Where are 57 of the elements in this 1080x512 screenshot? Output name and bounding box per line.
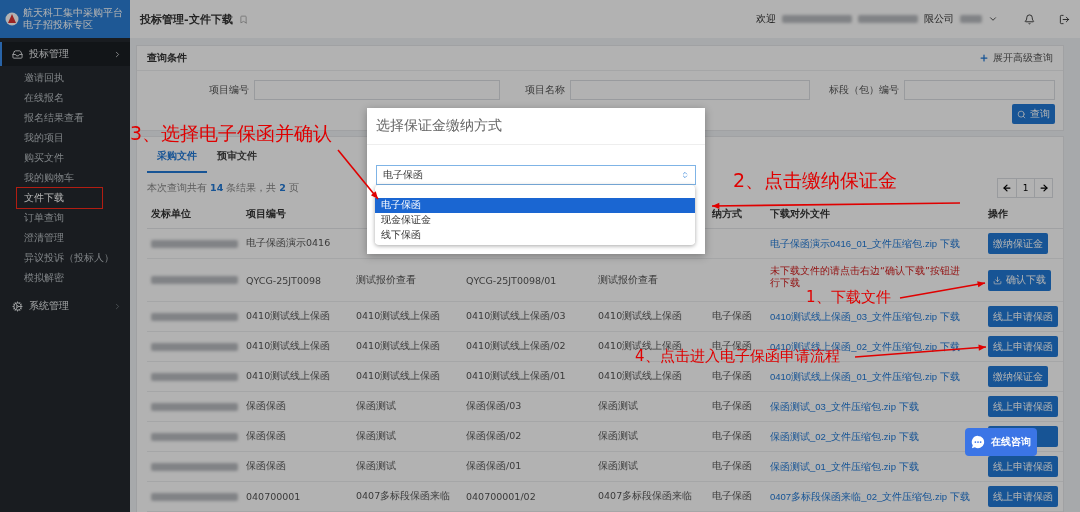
greeting-text: 欢迎 xyxy=(756,12,776,26)
field-label: 标段（包）编号 xyxy=(828,83,899,97)
table-cell: 保函保函/01 xyxy=(462,452,594,482)
table-cell: 测试报价查看 xyxy=(594,259,708,302)
column-header: 发标单位 xyxy=(147,201,242,229)
table-cell: 保函保函 xyxy=(242,452,352,482)
column-header: 操作 xyxy=(984,201,1063,229)
table-cell: 保函保函 xyxy=(242,392,352,422)
field-label: 项目名称 xyxy=(524,83,565,97)
table-cell: 0410测试线上保函/02 xyxy=(462,332,594,362)
table-cell: 保函保函/03 xyxy=(462,392,594,422)
table-cell: 保函测试 xyxy=(352,392,462,422)
download-note: 未下载文件的请点击右边“确认下载”按钮进行下载 xyxy=(770,265,961,289)
table-cell: QYCG-25JT0098 xyxy=(242,259,352,302)
table-cell: 0410测试线上保函/01 xyxy=(462,362,594,392)
table-cell: 电子保函 xyxy=(708,302,766,332)
table-cell: 0410测试线上保函 xyxy=(594,362,708,392)
table-cell: 0410测试线上保函 xyxy=(352,362,462,392)
table-cell: QYCG-25JT0098/01 xyxy=(462,259,594,302)
table-cell: 保函保函/02 xyxy=(462,422,594,452)
table-cell: 0410测试线上保函/03 xyxy=(462,302,594,332)
table-cell: 保函保函 xyxy=(242,422,352,452)
table-cell: 0407多标段保函来临 xyxy=(352,482,462,512)
company-text: 限公司 xyxy=(924,12,954,26)
table-cell: 电子保函 xyxy=(708,452,766,482)
page-title: 投标管理-文件下载 xyxy=(140,11,233,27)
table-cell: 保函测试 xyxy=(594,392,708,422)
annotation-text: 2、点击缴纳保证金 xyxy=(733,171,898,190)
table-cell: 0410测试线上保函 xyxy=(242,302,352,332)
table-cell: 保函测试 xyxy=(594,452,708,482)
table-cell: 040700001 xyxy=(242,482,352,512)
table-cell: 电子保函 xyxy=(708,362,766,392)
table-cell: 040700001/02 xyxy=(462,482,594,512)
modal-title: 选择保证金缴纳方式 xyxy=(367,108,705,145)
table-cell: 电子保函演示0416 xyxy=(242,229,352,259)
annotation-text: 1、下载文件 xyxy=(806,290,891,305)
table-cell: 0410测试线上保函 xyxy=(242,362,352,392)
table-cell: 测试报价查看 xyxy=(352,259,462,302)
table-cell: 电子保函 xyxy=(708,422,766,452)
table-cell: 保函测试 xyxy=(352,422,462,452)
table-cell: 保函测试 xyxy=(352,452,462,482)
table-cell: 电子保函 xyxy=(708,482,766,512)
panel-title: 查询条件 xyxy=(147,51,187,65)
table-cell: 电子保函 xyxy=(708,392,766,422)
table-cell: 0410测试线上保函 xyxy=(594,302,708,332)
table-cell: 0407多标段保函来临 xyxy=(594,482,708,512)
table-cell: 0410测试线上保函 xyxy=(352,332,462,362)
result-summary: 本次查询共有 14 条结果，共 2 页 xyxy=(147,181,299,195)
table-cell: 0410测试线上保函 xyxy=(242,332,352,362)
column-header: 项目编号 xyxy=(242,201,352,229)
annotation-text: 3、选择电子保函并确认 xyxy=(130,124,333,143)
logo-subtitle: 电子招投标专区 xyxy=(23,19,94,30)
field-label: 项目编号 xyxy=(208,83,249,97)
logo-text: 航天科工集中采购平台 xyxy=(23,8,123,19)
table-cell: 保函测试 xyxy=(594,422,708,452)
table-cell: 0410测试线上保函 xyxy=(352,302,462,332)
column-header: 下载对外文件 xyxy=(766,201,984,229)
